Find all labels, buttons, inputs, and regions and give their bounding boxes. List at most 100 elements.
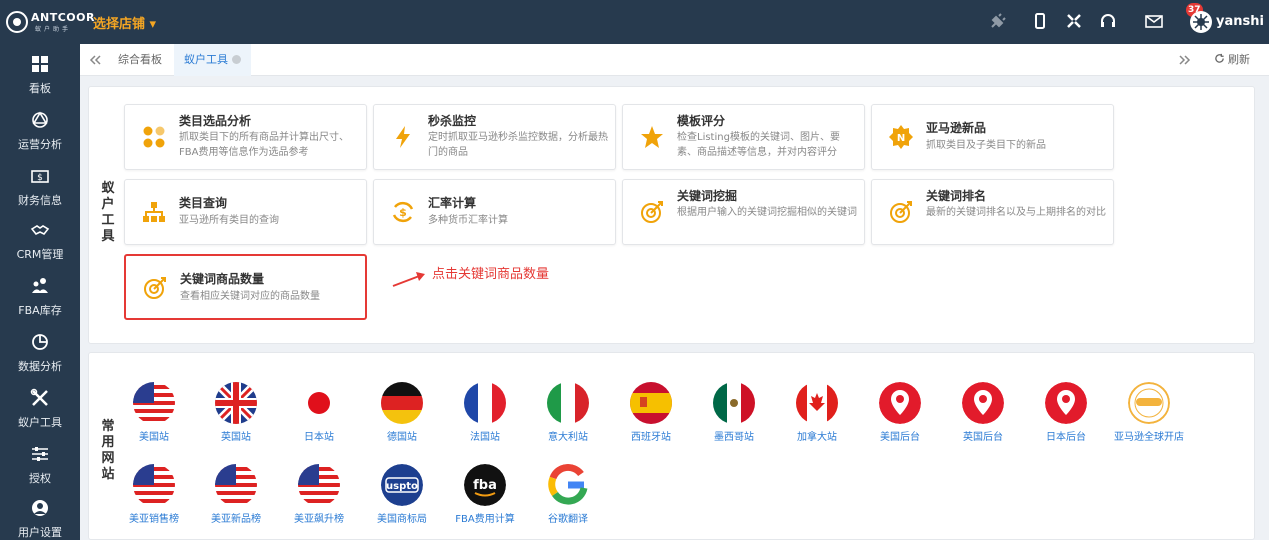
sidebar-item-user-settings[interactable]: 用户设置 [0, 492, 80, 540]
target-icon [890, 201, 912, 223]
site-link-us[interactable]: 美国站 [111, 382, 197, 443]
sidebar-item-label: 运营分析 [18, 138, 62, 151]
exchange-icon: $ [392, 201, 414, 223]
site-link-us-seller-central[interactable]: 美国后台 [857, 382, 943, 443]
site-link-uk[interactable]: 英国站 [193, 382, 279, 443]
fba-logo-text: fba [473, 478, 497, 493]
uk-flag-icon [215, 382, 257, 424]
site-link-japan[interactable]: 日本站 [276, 382, 362, 443]
sidebar-item-tools[interactable]: 蚁户工具 [0, 382, 80, 438]
brand-sub: 蚁户助手 [35, 26, 72, 33]
fullscreen-icon[interactable] [1064, 11, 1084, 31]
brand-logo[interactable]: ANTCOOR 蚁户助手 [6, 8, 94, 36]
inventory-icon [32, 278, 48, 293]
tab-scroll-left-icon[interactable] [88, 53, 102, 67]
mail-icon[interactable] [1144, 11, 1164, 31]
store-select[interactable]: 选择店铺 ▾ [93, 13, 156, 32]
tool-card-category-query[interactable]: 类目查询 亚马逊所有类目的查询 [124, 179, 367, 245]
site-link-us-new-releases[interactable]: 美亚新品榜 [193, 464, 279, 525]
tool-desc: 最新的关键词排名以及与上期排名的对比 [926, 207, 1106, 218]
site-label: 意大利站 [548, 432, 588, 443]
site-link-fba-calculator[interactable]: fba FBA费用计算 [442, 464, 528, 525]
mobile-icon[interactable] [1030, 11, 1050, 31]
tool-desc: 亚马逊所有类目的查询 [179, 215, 279, 226]
sidebar-item-authorize[interactable]: 授权 [0, 438, 80, 494]
site-link-spain[interactable]: 西班牙站 [608, 382, 694, 443]
tool-card-keyword-ranking[interactable]: 关键词排名 最新的关键词排名以及与上期排名的对比 [871, 179, 1114, 245]
site-link-germany[interactable]: 德国站 [359, 382, 445, 443]
tool-title: 关键词排名 [926, 189, 987, 203]
site-link-us-movers[interactable]: 美亚飙升榜 [276, 464, 362, 525]
sidebar-item-inventory[interactable]: FBA库存 [0, 270, 80, 326]
sidebar-item-analytics[interactable]: 数据分析 [0, 326, 80, 382]
tool-card-deal-monitor[interactable]: 秒杀监控 定时抓取亚马逊秒杀监控数据，分析最热门的商品 [373, 104, 616, 170]
sidebar-item-label: 授权 [29, 472, 51, 485]
site-link-jp-seller-central[interactable]: 日本后台 [1023, 382, 1109, 443]
tools-icon [30, 388, 48, 406]
site-label: 谷歌翻译 [548, 514, 588, 525]
sidebar-item-finance[interactable]: $ 财务信息 [0, 160, 80, 216]
avatar[interactable] [1190, 11, 1212, 33]
site-label: 加拿大站 [797, 432, 837, 443]
ca-flag-icon [796, 382, 838, 424]
headset-icon[interactable] [1098, 11, 1118, 31]
site-link-france[interactable]: 法国站 [442, 382, 528, 443]
site-label: 英国站 [221, 432, 251, 443]
site-link-global-selling[interactable]: 亚马逊全球开店 [1106, 382, 1192, 443]
location-pin-icon [879, 382, 921, 424]
refresh-button[interactable]: 刷新 [1214, 44, 1250, 76]
close-icon[interactable] [232, 55, 241, 64]
site-label: 德国站 [387, 432, 417, 443]
site-link-us-bestsellers[interactable]: 美亚销售榜 [111, 464, 197, 525]
tool-card-keyword-mining[interactable]: 关键词挖掘 根据用户输入的关键词挖掘相似的关键词 [622, 179, 865, 245]
tab-label: 蚁户工具 [184, 53, 228, 66]
tab-overview[interactable]: 综合看板 [108, 44, 172, 76]
site-link-uspto[interactable]: uspto 美国商标局 [359, 464, 445, 525]
site-label: 法国站 [470, 432, 500, 443]
tool-card-amazon-new[interactable]: N 亚马逊新品 抓取类目及子类目下的新品 [871, 104, 1114, 170]
tool-title: 类目查询 [179, 196, 228, 210]
username[interactable]: yanshi [1216, 14, 1264, 29]
site-label: 日本后台 [1046, 432, 1086, 443]
operations-icon [32, 111, 48, 128]
tool-card-exchange-rate[interactable]: $ 汇率计算 多种货币汇率计算 [373, 179, 616, 245]
svg-text:$: $ [37, 173, 43, 183]
brand-name: ANTCOOR [31, 11, 95, 24]
site-link-mexico[interactable]: 墨西哥站 [691, 382, 777, 443]
site-label: 西班牙站 [631, 432, 671, 443]
top-bar: ANTCOOR 蚁户助手 选择店铺 ▾ 37 yanshi [0, 0, 1269, 44]
us-flag-icon [298, 464, 340, 506]
tab-scroll-right-icon[interactable] [1178, 53, 1192, 67]
sidebar-item-dashboard[interactable]: 看板 [0, 48, 80, 104]
site-link-uk-seller-central[interactable]: 英国后台 [940, 382, 1026, 443]
authorize-icon [32, 447, 48, 461]
us-flag-icon [215, 464, 257, 506]
site-link-google-translate[interactable]: 谷歌翻译 [525, 464, 611, 525]
us-flag-icon [133, 464, 175, 506]
site-link-italy[interactable]: 意大利站 [525, 382, 611, 443]
sidebar-item-label: FBA库存 [18, 304, 62, 317]
crm-icon [30, 225, 50, 236]
sidebar-item-crm[interactable]: CRM管理 [0, 214, 80, 270]
tool-desc: 根据用户输入的关键词挖掘相似的关键词 [677, 207, 857, 218]
plug-icon[interactable] [988, 11, 1008, 31]
sidebar-item-operations[interactable]: 运营分析 [0, 104, 80, 160]
site-label: 墨西哥站 [714, 432, 754, 443]
sidebar-item-label: 数据分析 [18, 360, 62, 373]
tab-tools[interactable]: 蚁户工具 [174, 44, 251, 76]
target-icon [641, 201, 663, 223]
us-flag-icon [133, 382, 175, 424]
site-label: 英国后台 [963, 432, 1003, 443]
uspto-icon: uspto [381, 464, 423, 506]
tool-card-category-selection[interactable]: 类目选品分析 抓取类目下的所有商品并计算出尺寸、FBA费用等信息作为选品参考 [124, 104, 367, 170]
tool-desc: 抓取类目下的所有商品并计算出尺寸、FBA费用等信息作为选品参考 [179, 132, 349, 158]
tool-card-template-score[interactable]: 模板评分 检查Listing模板的关键词、图片、要素、商品描述等信息，并对内容评… [622, 104, 865, 170]
site-label: 美亚销售榜 [129, 514, 179, 525]
svg-text:N: N [897, 133, 905, 144]
tab-bar: 综合看板 蚁户工具 刷新 [80, 44, 1269, 76]
site-link-canada[interactable]: 加拿大站 [774, 382, 860, 443]
google-icon [547, 464, 589, 506]
fba-icon: fba [464, 464, 506, 506]
lightning-icon [396, 126, 410, 148]
tool-card-keyword-product-count[interactable]: 关键词商品数量 查看相应关键词对应的商品数量 [124, 254, 367, 320]
